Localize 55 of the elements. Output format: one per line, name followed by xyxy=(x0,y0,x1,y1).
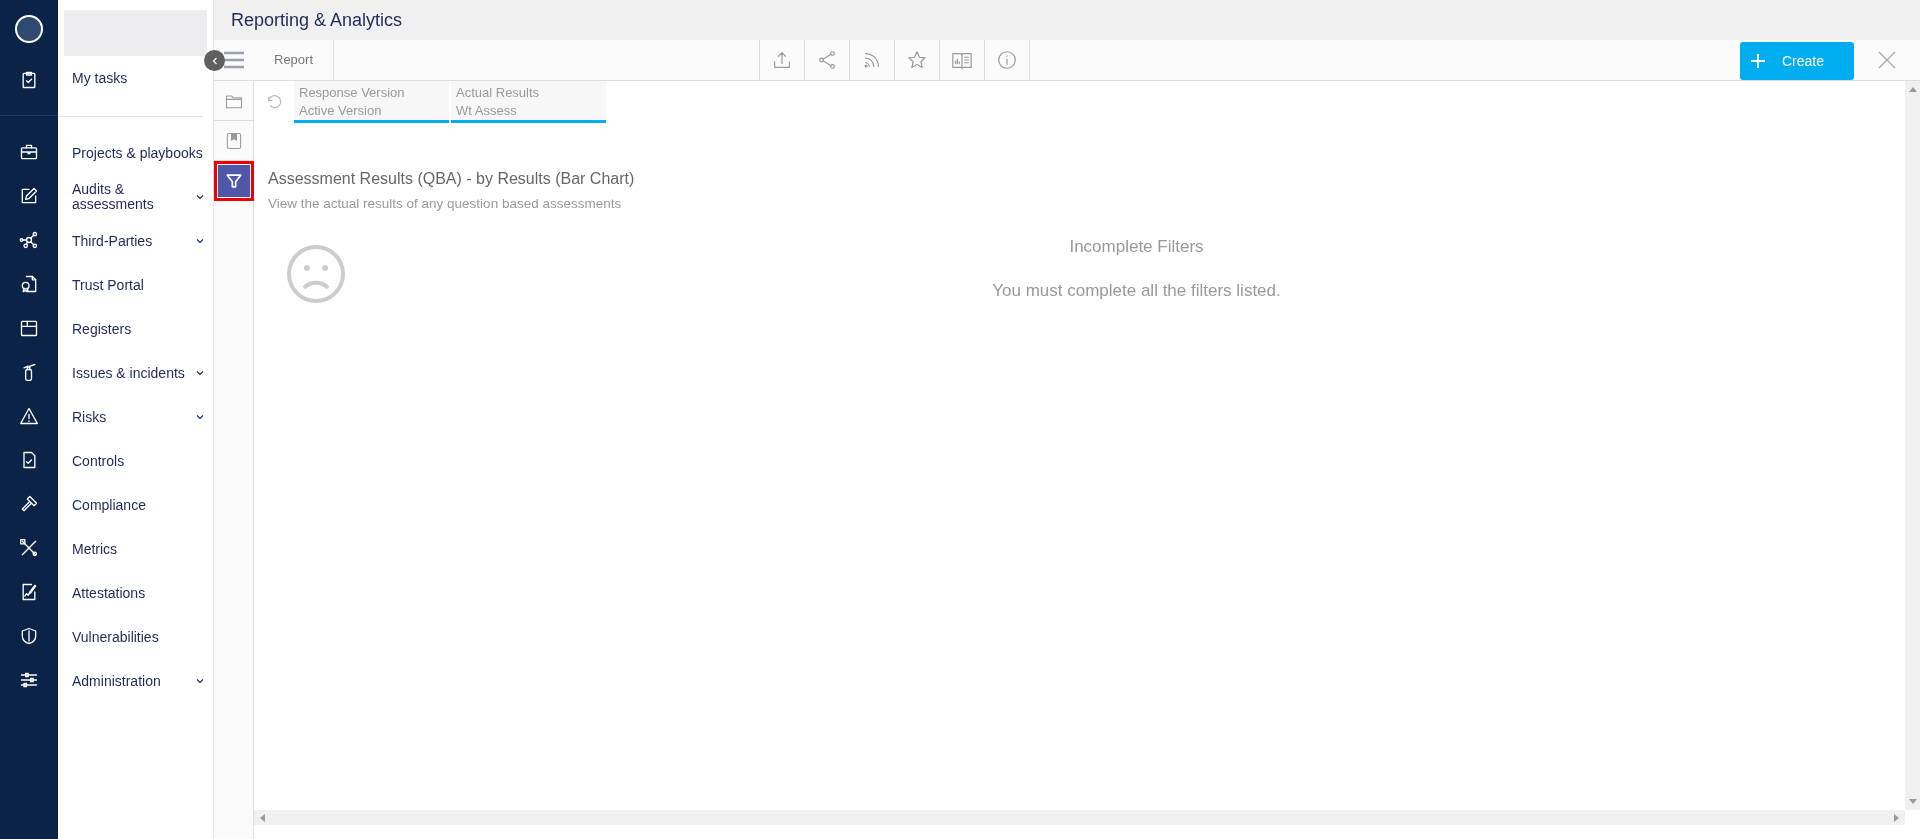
nav-item[interactable]: Trust Portal xyxy=(58,263,213,307)
gavel-icon xyxy=(19,494,39,514)
nav-item[interactable]: Issues & incidents xyxy=(58,351,213,395)
pencil-square-icon xyxy=(19,186,39,206)
sliders-icon xyxy=(19,670,39,690)
warning-icon xyxy=(19,406,39,426)
chevron-down-icon xyxy=(195,412,205,422)
filter-icon xyxy=(224,171,244,191)
scroll-left-icon[interactable] xyxy=(260,813,265,822)
chevron-down-icon xyxy=(195,368,205,378)
nav-item[interactable]: Audits & assessments xyxy=(58,175,213,219)
scroll-down-icon[interactable] xyxy=(1908,799,1917,804)
vertical-scrollbar[interactable] xyxy=(1905,81,1920,810)
undo-icon[interactable] xyxy=(265,93,283,111)
filter-name: Response Version xyxy=(299,84,406,102)
report-description: View the actual results of any question based assessments xyxy=(268,195,623,213)
filter-name: Actual Results xyxy=(456,84,541,102)
nav-item[interactable]: Projects & playbooks xyxy=(58,131,213,175)
close-icon[interactable] xyxy=(1878,51,1896,69)
nav-item[interactable]: Compliance xyxy=(58,483,213,527)
chevron-left-icon xyxy=(210,56,219,65)
nav-item[interactable]: Third-Parties xyxy=(58,219,213,263)
certificate-icon xyxy=(19,274,39,294)
chevron-down-icon xyxy=(195,236,205,246)
empty-state-title: Incomplete Filters xyxy=(1068,236,1205,259)
crossed-tools-icon xyxy=(19,538,39,558)
sad-face-icon xyxy=(286,244,346,305)
filter-value: Active Version xyxy=(299,102,383,120)
nav-item[interactable]: Metrics xyxy=(58,527,213,571)
box-icon xyxy=(19,318,39,338)
scroll-right-icon[interactable] xyxy=(1894,813,1899,822)
star-icon xyxy=(906,49,929,71)
nav-item[interactable]: Risks xyxy=(58,395,213,439)
empty-state-message: You must complete all the filters listed. xyxy=(991,279,1282,302)
chevron-down-icon xyxy=(195,192,205,202)
nav-item[interactable]: Vulnerabilities xyxy=(58,615,213,659)
menu-icon[interactable] xyxy=(222,50,246,70)
avatar[interactable] xyxy=(15,15,43,43)
nav-item[interactable]: Registers xyxy=(58,307,213,351)
info-icon xyxy=(996,49,1019,71)
nav-item[interactable]: Attestations xyxy=(58,571,213,615)
report-title: Assessment Results (QBA) - by Results (Bar Chart) xyxy=(268,169,636,189)
report-tab[interactable]: Report xyxy=(254,40,335,80)
chevron-down-icon xyxy=(195,676,205,686)
nav-item[interactable]: Controls xyxy=(58,439,213,483)
horizontal-scrollbar[interactable] xyxy=(254,810,1905,825)
briefcase-icon xyxy=(19,142,39,162)
shield-icon xyxy=(19,626,39,646)
scroll-up-icon[interactable] xyxy=(1908,87,1917,92)
network-icon xyxy=(19,230,39,250)
page-title: Reporting & Analytics xyxy=(231,8,403,32)
nav-item[interactable]: Administration xyxy=(58,659,213,703)
nav-item[interactable]: My tasks xyxy=(58,56,213,100)
filter-value: Wt Assess xyxy=(456,102,518,120)
plus-icon xyxy=(1750,53,1766,69)
